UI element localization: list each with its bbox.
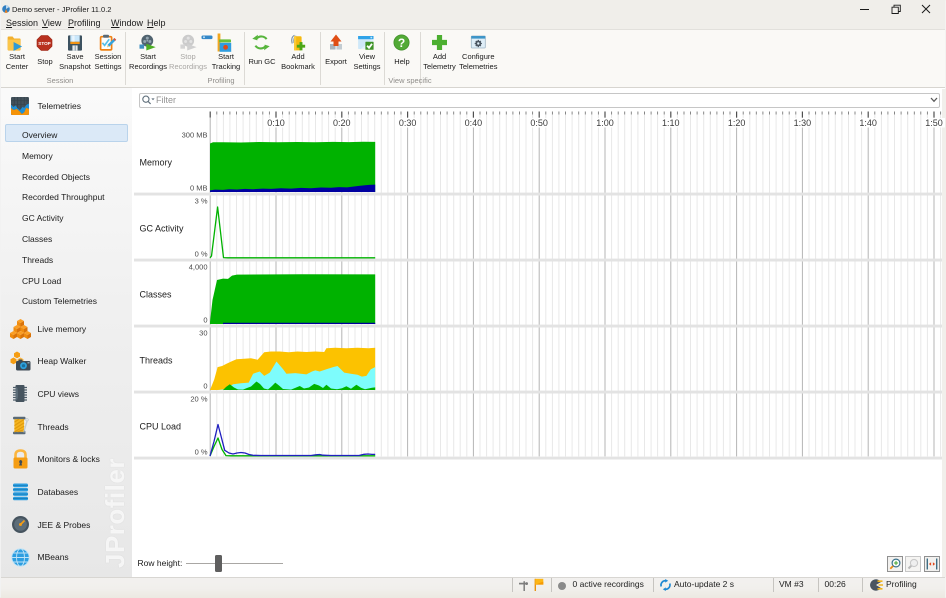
svg-text:1:00: 1:00 bbox=[596, 118, 614, 128]
svg-text:0:50: 0:50 bbox=[530, 118, 548, 128]
svg-text:20 %: 20 % bbox=[190, 395, 207, 404]
svg-text:0: 0 bbox=[203, 382, 207, 391]
svg-text:?: ? bbox=[398, 36, 405, 50]
svg-text:300 MB: 300 MB bbox=[182, 131, 208, 140]
svg-text:Memory: Memory bbox=[140, 157, 173, 167]
svg-text:Threads: Threads bbox=[140, 355, 174, 365]
svg-text:Classes: Classes bbox=[140, 289, 173, 299]
svg-text:1:50: 1:50 bbox=[925, 118, 943, 128]
svg-text:1:10: 1:10 bbox=[662, 118, 680, 128]
svg-text:0:20: 0:20 bbox=[333, 118, 351, 128]
svg-text:1:30: 1:30 bbox=[794, 118, 812, 128]
svg-text:0:40: 0:40 bbox=[465, 118, 483, 128]
svg-text:4,000: 4,000 bbox=[189, 263, 208, 272]
svg-text:0: 0 bbox=[203, 316, 207, 325]
svg-text:STOP: STOP bbox=[38, 41, 50, 46]
svg-text:30: 30 bbox=[199, 329, 207, 338]
svg-text:1:40: 1:40 bbox=[859, 118, 877, 128]
svg-text:3 %: 3 % bbox=[195, 197, 208, 206]
svg-text:0:10: 0:10 bbox=[267, 118, 285, 128]
svg-text:GC Activity: GC Activity bbox=[140, 223, 185, 233]
svg-text:0 MB: 0 MB bbox=[190, 184, 208, 193]
svg-text:1:20: 1:20 bbox=[728, 118, 746, 128]
svg-text:0 %: 0 % bbox=[195, 448, 208, 457]
svg-text:CPU Load: CPU Load bbox=[140, 421, 182, 431]
svg-text:0 %: 0 % bbox=[195, 250, 208, 259]
svg-text:0:30: 0:30 bbox=[399, 118, 417, 128]
